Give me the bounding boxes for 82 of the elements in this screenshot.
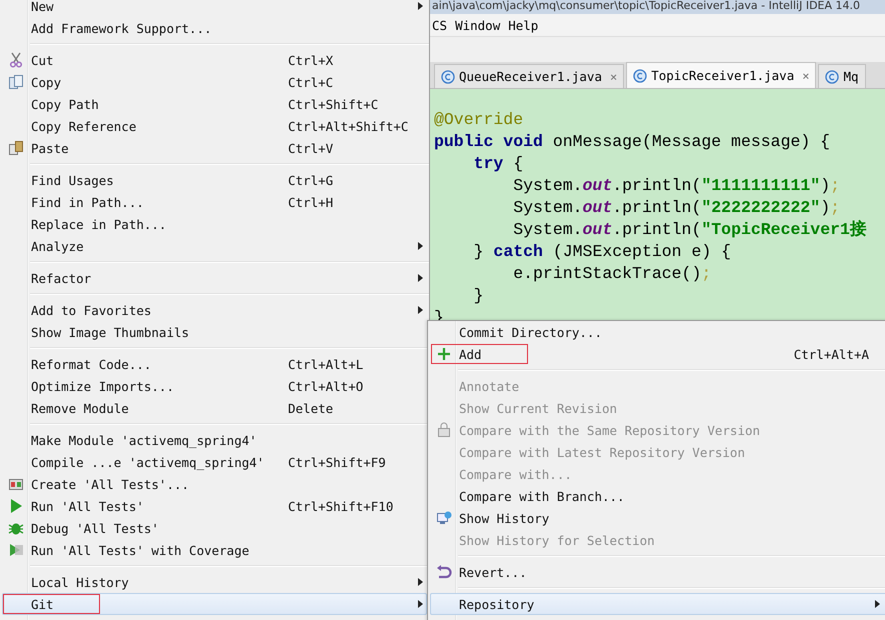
menu-item[interactable]: Find in Path... Ctrl+H [2,191,427,213]
shortcut: Ctrl+H [288,194,334,210]
menu-item[interactable]: Reformat Code... Ctrl+Alt+L [2,353,427,375]
menu-item[interactable]: Make Module 'activemq_spring4' [2,429,427,451]
shortcut: Ctrl+C [288,74,334,90]
copy-icon [8,74,24,90]
paste-icon [8,140,24,156]
editor-tab[interactable]: Mq [818,64,866,88]
menu-item[interactable]: Compile ...e 'activemq_spring4' Ctrl+Shift+F9 [2,451,427,473]
menu-item[interactable]: Show Image Thumbnails [2,321,427,343]
menu-item[interactable]: Remove Module Delete [2,397,427,419]
menu-item[interactable]: New [2,0,427,17]
shortcut: Ctrl+Alt+L [288,356,364,372]
code-line: System.out.println("TopicReceiver1接 [512,219,868,241]
revert-icon [436,564,452,580]
scissors-icon [8,52,24,68]
shortcut: Ctrl+Alt+A [794,346,870,362]
menu-bar-item[interactable]: Help [508,18,538,32]
menu-item[interactable]: Commit Directory... [430,321,885,343]
shortcut: Ctrl+Alt+Shift+C [288,118,410,134]
submenu-arrow-icon [418,600,423,608]
menu-item[interactable]: Cut Ctrl+X [2,49,427,71]
menu-item[interactable]: Revert... [430,561,885,583]
code-line: System.out.println("2222222222"); [512,197,842,219]
menu-item[interactable]: Run 'All Tests' with Coverage [2,539,427,561]
menu-item[interactable]: Compare with Branch... [430,485,885,507]
run-icon [8,498,24,514]
editor-tab[interactable]: TopicReceiver1.java × [626,62,816,88]
submenu-arrow-icon [418,306,423,314]
shortcut: Ctrl+Shift+C [288,96,380,112]
class-icon [825,70,840,84]
code-line: } [472,285,485,307]
menu-item[interactable]: Copy Reference Ctrl+Alt+Shift+C [2,115,427,137]
class-icon [633,68,648,82]
code-line: System.out.println("1111111111"); [512,175,842,197]
menu-item[interactable]: Git [2,593,427,615]
shortcut: Ctrl+Alt+O [288,378,364,394]
close-icon[interactable]: × [610,70,618,84]
submenu-arrow-icon [418,578,423,586]
menu-item[interactable]: Add Framework Support... [2,17,427,39]
menu-item[interactable]: Debug 'All Tests' [2,517,427,539]
menu-item[interactable]: Copy Ctrl+C [2,71,427,93]
code-line: public void onMessage(Message message) { [434,131,832,153]
menu-item[interactable]: Optimize Imports... Ctrl+Alt+O [2,375,427,397]
history-icon [436,510,452,526]
submenu-arrow-icon [875,600,880,608]
menu-item[interactable]: Create 'All Tests'... [2,473,427,495]
shortcut: Ctrl+G [288,172,334,188]
window-title: ain\java\com\jacky\mq\consumer\topic\TopicReceiver1.java - IntelliJ IDEA 14.0 [430,0,885,14]
menu-item[interactable]: Replace in Path... [2,213,427,235]
submenu-arrow-icon [418,242,423,250]
shortcut: Ctrl+Shift+F9 [288,454,387,470]
menu-item[interactable]: Refactor [2,267,427,289]
menu-item[interactable]: Add Ctrl+Alt+A [430,343,885,365]
menu-bar-item[interactable]: Window [455,18,500,32]
menu-item[interactable]: Find Usages Ctrl+G [2,169,427,191]
shortcut: Ctrl+V [288,140,334,156]
test-icon [8,476,24,492]
close-icon[interactable]: × [802,68,810,82]
compare-icon [436,422,452,438]
menu-item[interactable]: Show History [430,507,885,529]
submenu-arrow-icon [418,274,423,282]
code-line: e.printStackTrace(); [512,263,712,285]
menu-item[interactable]: Paste Ctrl+V [2,137,427,159]
menu-item[interactable]: Copy Path Ctrl+Shift+C [2,93,427,115]
plus-icon [436,346,452,362]
editor-tab[interactable]: QueueReceiver1.java × [434,64,624,88]
code-line: } catch (JMSException e) { [472,241,732,263]
shortcut: Ctrl+X [288,52,334,68]
menu-item[interactable]: Repository [430,593,885,615]
submenu-arrow-icon [418,2,423,10]
menu-item[interactable]: Add to Favorites [2,299,427,321]
menu-bar-item[interactable]: CS [432,18,448,32]
menu-item[interactable]: Run 'All Tests' Ctrl+Shift+F10 [2,495,427,517]
shortcut: Delete [288,400,334,416]
code-line: @Override [434,109,524,131]
shortcut: Ctrl+Shift+F10 [288,498,394,514]
menu-item[interactable]: Analyze [2,235,427,257]
coverage-icon [8,542,24,558]
class-icon [441,70,455,84]
code-line: try { [472,153,524,175]
menu-item[interactable]: Local History [2,571,427,593]
